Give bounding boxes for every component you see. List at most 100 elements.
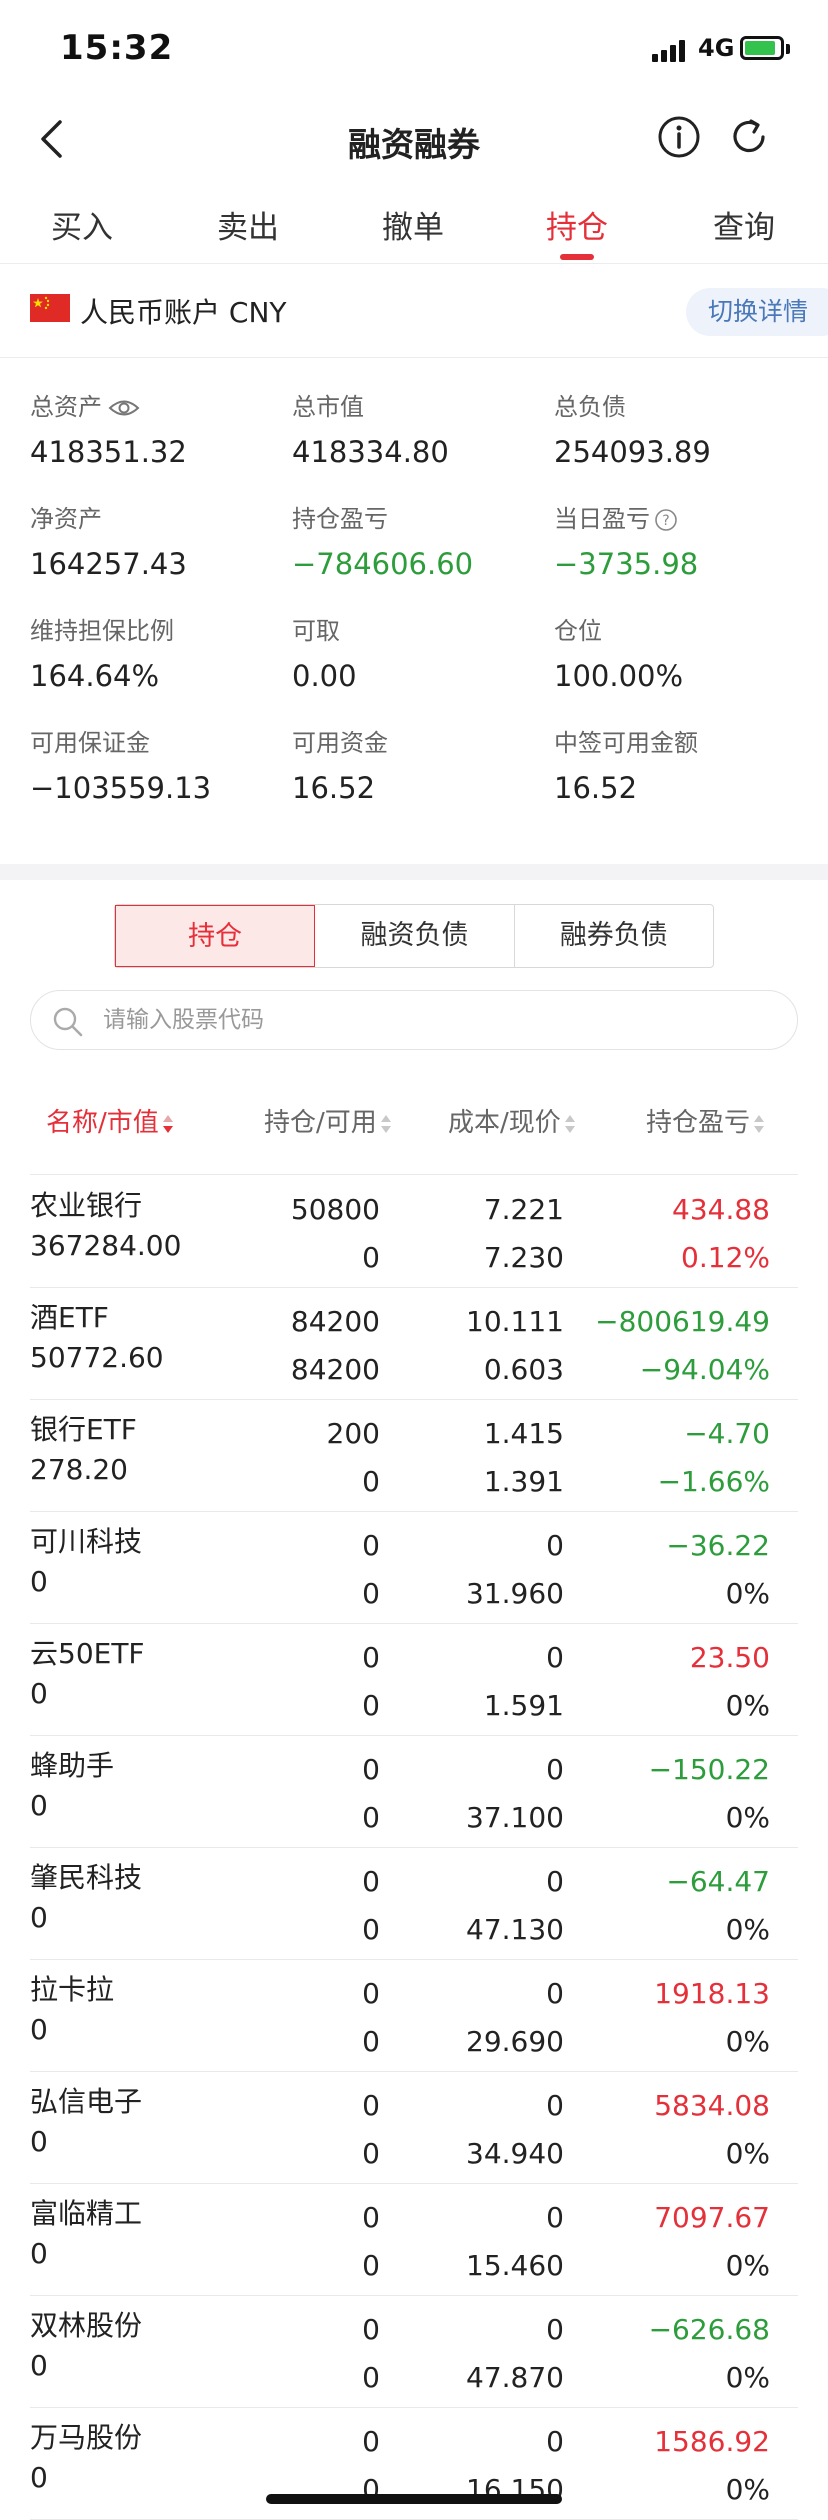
table-row[interactable]: 银行ETF 278.20 200 0 1.415 1.391 −4.70 −1.66% (30, 1400, 798, 1512)
account-summary: 总资产 418351.32 总市值 418334.80 总负债 254093.8… (0, 360, 828, 860)
position-qty: 0 (362, 2089, 380, 2122)
summary-total-assets: 总资产 418351.32 (30, 390, 290, 472)
switch-details-button[interactable]: 切换详情 (686, 288, 828, 336)
table-row[interactable]: 肇民科技 0 0 0 0 47.130 −64.47 0% (30, 1848, 798, 1960)
segment-positions[interactable]: 持仓 (115, 905, 316, 967)
segment-short-debt[interactable]: 融券负债 (515, 905, 713, 967)
sort-icon (380, 1114, 391, 1133)
table-row[interactable]: 富临精工 0 0 0 0 15.460 7097.67 0% (30, 2184, 798, 2296)
summary-value: 16.52 (554, 771, 638, 805)
sort-icon (754, 1114, 765, 1133)
position-pl: −36.22 (666, 1529, 770, 1562)
summary-value: 254093.89 (554, 435, 711, 469)
stock-name: 农业银行 (30, 1189, 143, 1222)
available-qty: 0 (362, 2249, 380, 2282)
position-pl: 1918.13 (654, 1977, 770, 2010)
table-row[interactable]: 酒ETF 50772.60 84200 84200 10.111 0.603 −800619… (30, 1288, 798, 1400)
position-pl-pct: 0% (725, 1577, 770, 1610)
summary-label: 总负债 (554, 393, 626, 421)
tab-positions[interactable]: 持仓 (517, 202, 637, 247)
header-position-pl[interactable]: 持仓盈亏 (646, 1102, 766, 1139)
stock-name: 可川科技 (30, 1525, 143, 1558)
section-divider (0, 864, 828, 880)
available-qty: 0 (362, 2473, 380, 2506)
cost-price: 0 (546, 2201, 564, 2234)
position-pl: −626.68 (648, 2313, 770, 2346)
table-header: 名称/市值 持仓/可用 成本/现价 持仓盈亏 (0, 1090, 828, 1156)
header-label: 持仓盈亏 (646, 1108, 751, 1138)
summary-label: 可用资金 (292, 729, 388, 757)
summary-value: −784606.60 (292, 547, 474, 581)
available-qty: 84200 (290, 1353, 380, 1386)
search-input[interactable] (103, 991, 763, 1049)
market-value: 0 (30, 1677, 48, 1710)
position-pl-pct: 0.12% (681, 1241, 770, 1274)
position-qty: 0 (362, 1641, 380, 1674)
position-qty: 0 (362, 1529, 380, 1562)
cost-price: 0 (546, 1529, 564, 1562)
summary-label: 仓位 (554, 617, 602, 645)
cost-price: 0 (546, 2425, 564, 2458)
tab-cancel[interactable]: 撤单 (353, 202, 473, 247)
position-pl: −64.47 (666, 1865, 770, 1898)
position-qty: 0 (362, 2201, 380, 2234)
stock-name: 肇民科技 (30, 1861, 143, 1894)
position-pl: −800619.49 (595, 1305, 770, 1338)
segment-margin-debt[interactable]: 融资负债 (315, 905, 515, 967)
header-divider (30, 1174, 798, 1175)
current-price: 1.591 (483, 1689, 564, 1722)
info-button[interactable] (656, 114, 702, 160)
tab-query[interactable]: 查询 (684, 202, 804, 247)
tab-active-indicator (560, 254, 594, 260)
available-qty: 0 (362, 1913, 380, 1946)
tab-bar: 买入 卖出 撤单 持仓 查询 (0, 190, 828, 264)
position-pl-pct: 0% (725, 2361, 770, 2394)
table-row[interactable]: 双林股份 0 0 0 0 47.870 −626.68 0% (30, 2296, 798, 2408)
position-pl: 1586.92 (654, 2425, 770, 2458)
table-row[interactable]: 可川科技 0 0 0 0 31.960 −36.22 0% (30, 1512, 798, 1624)
question-icon[interactable]: ? (654, 508, 678, 532)
summary-label: 可取 (292, 617, 340, 645)
eye-icon[interactable] (108, 397, 140, 419)
stock-name: 万马股份 (30, 2421, 143, 2454)
summary-position-ratio: 仓位 100.00% (554, 614, 814, 696)
summary-total-market-value: 总市值 418334.80 (292, 390, 552, 472)
summary-value: 164257.43 (30, 547, 187, 581)
tab-sell[interactable]: 卖出 (188, 202, 308, 247)
home-indicator (266, 2494, 562, 2504)
header-name-market-value[interactable]: 名称/市值 (46, 1102, 175, 1139)
position-pl-pct: 0% (725, 1689, 770, 1722)
status-time: 15:32 (60, 28, 174, 68)
summary-available-funds: 可用资金 16.52 (292, 726, 552, 808)
market-value: 0 (30, 1565, 48, 1598)
available-qty: 0 (362, 2361, 380, 2394)
table-row[interactable]: 农业银行 367284.00 50800 0 7.221 7.230 434.88 0.12% (30, 1176, 798, 1288)
position-qty: 0 (362, 2313, 380, 2346)
header-position-available[interactable]: 持仓/可用 (264, 1102, 393, 1139)
search-icon (53, 1007, 83, 1037)
summary-label: 总市值 (292, 393, 364, 421)
summary-value: 16.52 (292, 771, 376, 805)
available-qty: 0 (362, 1689, 380, 1722)
current-price: 15.460 (466, 2249, 564, 2282)
summary-label: 中签可用金额 (554, 729, 698, 757)
position-pl-pct: −94.04% (639, 1353, 770, 1386)
table-row[interactable]: 云50ETF 0 0 0 0 1.591 23.50 0% (30, 1624, 798, 1736)
svg-text:?: ? (662, 513, 669, 529)
current-price: 37.100 (466, 1801, 564, 1834)
current-price: 31.960 (466, 1577, 564, 1610)
current-price: 0.603 (483, 1353, 564, 1386)
header-cost-price[interactable]: 成本/现价 (448, 1102, 577, 1139)
header-label: 名称/市值 (46, 1108, 159, 1138)
table-row[interactable]: 蜂助手 0 0 0 0 37.100 −150.22 0% (30, 1736, 798, 1848)
tab-buy[interactable]: 买入 (22, 202, 142, 247)
position-qty: 200 (326, 1417, 380, 1450)
market-value: 0 (30, 2013, 48, 2046)
page-title: 融资融券 (348, 125, 480, 164)
stock-name: 双林股份 (30, 2309, 143, 2342)
table-row[interactable]: 弘信电子 0 0 0 0 34.940 5834.08 0% (30, 2072, 798, 2184)
refresh-button[interactable] (726, 114, 772, 160)
table-row[interactable]: 拉卡拉 0 0 0 0 29.690 1918.13 0% (30, 1960, 798, 2072)
position-pl-pct: 0% (725, 2025, 770, 2058)
summary-label: 维持担保比例 (30, 617, 174, 645)
